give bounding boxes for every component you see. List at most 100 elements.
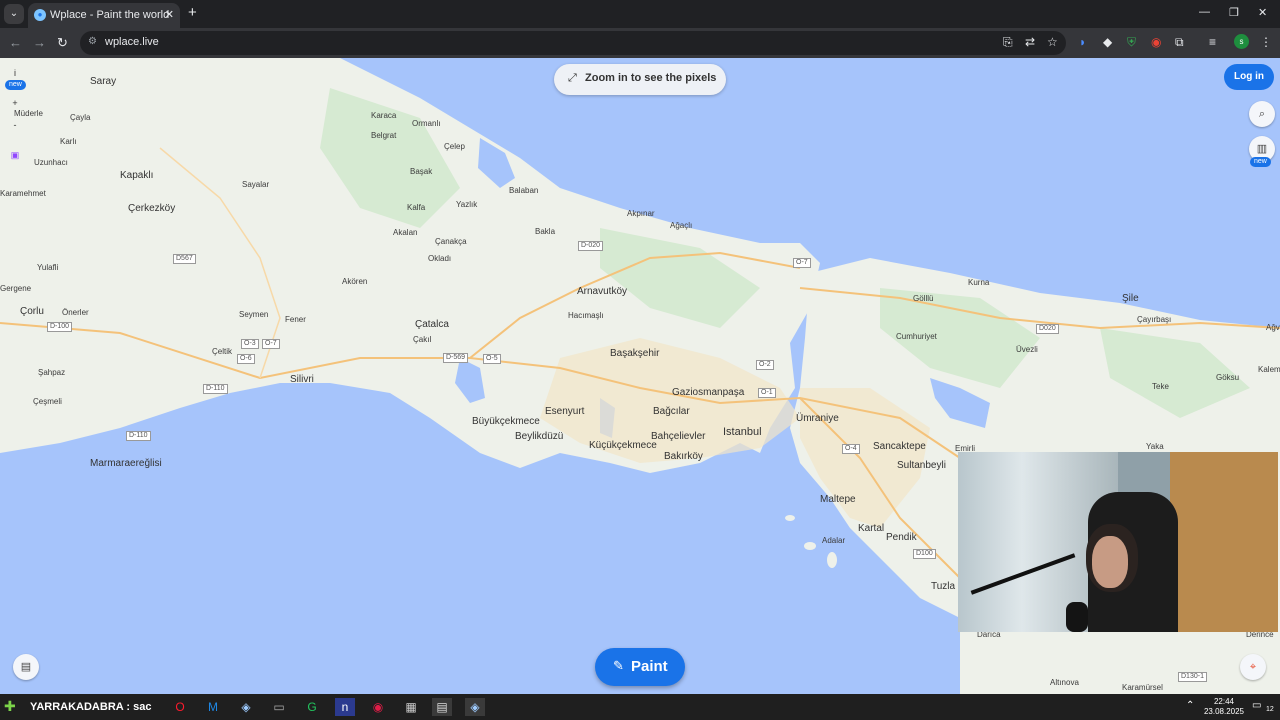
opera-icon[interactable]: O <box>170 698 190 716</box>
install-app-icon[interactable]: ⎘ <box>1003 35 1013 50</box>
map-place-label: Akören <box>342 277 368 286</box>
map-place-label: Balaban <box>509 186 539 195</box>
extension-audio-icon[interactable]: ◗ <box>1079 35 1086 49</box>
map-place-label: Kalem <box>1258 365 1280 374</box>
url-text[interactable]: wplace.live <box>105 36 159 48</box>
new-badge: new <box>5 80 26 90</box>
map-place-label: Çelep <box>444 142 465 151</box>
clock-time: 22:44 <box>1213 697 1235 706</box>
map-place-label: Ağva <box>1266 323 1280 332</box>
map-road-label: O-6 <box>237 354 255 364</box>
extension-shield-icon[interactable]: ⛨ <box>1127 35 1136 49</box>
map-city-label: Küçükçekmece <box>589 440 657 451</box>
paint-button[interactable]: ✎ Paint <box>595 648 685 686</box>
map-place-label: Kalfa <box>407 203 426 212</box>
paint-label: Paint <box>631 658 668 675</box>
map-road-label: O-5 <box>483 354 501 364</box>
zoom-in-icon: ⤢ <box>568 72 577 84</box>
file-explorer-icon[interactable]: ▤ <box>432 698 452 716</box>
tab-close-icon[interactable]: ✕ <box>165 8 174 21</box>
tab-title: Wplace - Paint the world <box>50 9 170 21</box>
media-queue-icon[interactable]: ≡ <box>1209 35 1216 49</box>
map-place-label: Çakıl <box>413 335 432 344</box>
map-place-label: Akalan <box>393 228 418 237</box>
map-road-label: O-3 <box>241 339 259 349</box>
tab-search-icon[interactable]: ⌄ <box>4 4 24 24</box>
map-road-label: D-110 <box>203 384 228 394</box>
map-place-label: Belgrat <box>371 131 397 140</box>
map-city-label: Gaziosmanpaşa <box>672 387 745 398</box>
map-place-label: Adalar <box>822 536 846 545</box>
app-g-icon[interactable]: G <box>302 698 322 716</box>
map-city-label: Sancaktepe <box>873 441 926 452</box>
login-button[interactable]: Log in <box>1224 64 1274 90</box>
reload-icon[interactable]: ↻ <box>57 35 68 51</box>
app-n-icon[interactable]: n <box>335 698 355 716</box>
back-icon[interactable]: ← <box>9 35 22 50</box>
map-place-label: Altınova <box>1050 678 1079 687</box>
map-road-label: D-110 <box>126 431 151 441</box>
new-tab-icon[interactable]: + <box>188 5 197 21</box>
address-bar[interactable]: ⚙ wplace.live ⎘ ⇄ ☆ <box>80 31 1066 55</box>
map-place-label: Bakla <box>535 227 556 236</box>
map-city-label: Çatalca <box>415 319 449 330</box>
map-place-label: Göksu <box>1216 373 1240 382</box>
profile-avatar[interactable]: s <box>1234 34 1249 49</box>
map-place-label: Çayırbaşı <box>1137 315 1172 324</box>
map-place-label: Yulafli <box>37 263 59 272</box>
taskbar-clock[interactable]: 22:44 23.08.2025 <box>1200 697 1248 717</box>
obs-icon[interactable]: ◉ <box>368 698 388 716</box>
map-place-label: Kurna <box>968 278 990 287</box>
webcam-microphone <box>1066 602 1088 632</box>
map-place-label: Uzunhacı <box>34 158 68 167</box>
window-close-icon[interactable]: ✕ <box>1258 6 1267 19</box>
map-place-label: Gölllü <box>913 294 934 303</box>
zoom-out-button[interactable]: - <box>4 120 26 130</box>
browser-taskbar-icon[interactable]: ◈ <box>465 698 485 716</box>
map-road-label: O-7 <box>793 258 811 268</box>
zoom-hint-text: Zoom in to see the pixels <box>585 72 717 84</box>
windows-taskbar: ✚ YARRAKADABRA : sac O M ◈ ▭ G n ◉ ▦ ▤ ◈… <box>0 694 1280 720</box>
forward-icon[interactable]: → <box>33 35 46 50</box>
tray-expand-icon[interactable]: ⌃ <box>1186 700 1194 711</box>
chat-ticker-icon: ✚ <box>4 698 16 714</box>
minimize-icon[interactable]: — <box>1199 6 1210 18</box>
clock-date: 23.08.2025 <box>1203 707 1245 716</box>
map-layers-icon[interactable]: ▤ <box>13 654 39 680</box>
extension-record-icon[interactable]: ◉ <box>1151 35 1161 49</box>
map-city-label: Büyükçekmece <box>472 416 540 427</box>
map-road-label: O-1 <box>758 388 776 398</box>
extension-diamond-icon[interactable]: ◆ <box>1103 35 1112 49</box>
bookmark-star-icon[interactable]: ☆ <box>1047 35 1058 49</box>
map-road-label: D-020 <box>578 241 604 251</box>
map-place-label: Okladı <box>428 254 452 263</box>
map-road-label: D-100 <box>47 322 73 332</box>
twitch-icon[interactable]: ▣ <box>4 150 26 161</box>
locate-me-icon[interactable]: ⌖ <box>1240 654 1266 680</box>
chat-ticker-user: YARRAKADABRA <box>30 701 124 713</box>
map-road-label: D130-1 <box>1178 672 1207 682</box>
map-place-label: Fener <box>285 315 306 324</box>
extensions-puzzle-icon[interactable]: ⧉ <box>1175 35 1184 49</box>
map-city-label: Maltepe <box>820 494 856 505</box>
notification-icon[interactable]: ▭ <box>1252 700 1261 711</box>
translate-icon[interactable]: ⇄ <box>1025 35 1035 49</box>
browser-menu-icon[interactable]: ⋮ <box>1260 35 1272 49</box>
browser-tab[interactable]: ● Wplace - Paint the world ✕ <box>28 3 180 28</box>
steam-icon[interactable]: ◈ <box>236 698 256 716</box>
app-m-icon[interactable]: M <box>203 698 223 716</box>
map-place-label: Seymen <box>239 310 269 319</box>
map-road-label: O-7 <box>262 339 280 349</box>
zoom-hint-pill[interactable]: ⤢ Zoom in to see the pixels <box>554 64 726 95</box>
site-info-icon[interactable]: ⚙ <box>88 36 97 47</box>
app-keyboard-icon[interactable]: ▭ <box>269 698 289 716</box>
restore-icon[interactable]: ❐ <box>1229 6 1239 19</box>
zoom-in-button[interactable]: + <box>4 98 26 108</box>
map-city-label: Tuzla <box>931 581 956 592</box>
webcam-person-face <box>1092 536 1128 588</box>
search-location-icon[interactable]: ⌕ <box>1249 101 1275 127</box>
app-tools-icon[interactable]: ▦ <box>401 698 421 716</box>
info-icon[interactable]: i <box>4 68 26 78</box>
chat-ticker: YARRAKADABRA : sac <box>30 701 151 713</box>
map-place-label: Akpınar <box>627 209 655 218</box>
